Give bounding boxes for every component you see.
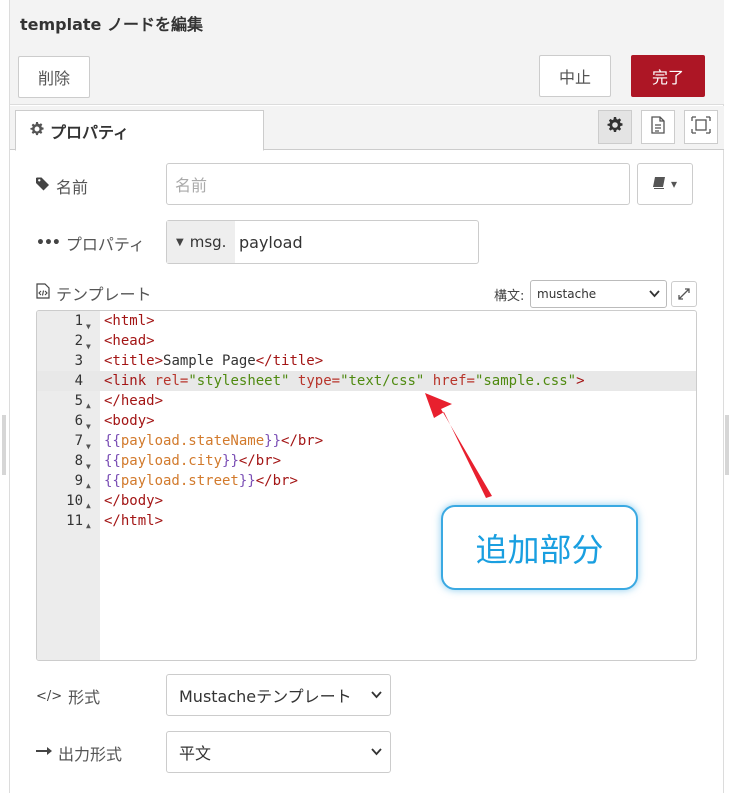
- name-label: 名前: [56, 178, 89, 197]
- chevron-down-icon: [371, 745, 382, 759]
- gear-icon: [30, 121, 44, 140]
- line-number: 4: [74, 373, 83, 389]
- tab-bar: プロパティ: [10, 106, 724, 151]
- tab-properties-label: プロパティ: [50, 122, 130, 142]
- code-text: {{payload.street}}</br>: [104, 473, 298, 489]
- tray-title: template ノードを編集: [20, 15, 203, 34]
- template-code-editor[interactable]: 1 ▼ <html> 2 ▼ <head> 3 <title>Sample Pa…: [36, 310, 697, 661]
- output-value: 平文: [179, 744, 212, 763]
- code-text: <head>: [104, 333, 155, 349]
- description-tab-button[interactable]: [641, 110, 675, 144]
- caret-down-icon: ▼: [176, 236, 184, 248]
- line-number: 1: [74, 313, 83, 329]
- chevron-down-icon: [649, 287, 660, 301]
- output-select[interactable]: 平文: [166, 731, 391, 773]
- code-text: <title>Sample Page</title>: [104, 353, 324, 369]
- property-label: プロパティ: [65, 235, 145, 254]
- line-number: 8: [74, 453, 83, 469]
- format-label: 形式: [68, 688, 101, 707]
- name-placeholder: 名前: [175, 176, 208, 195]
- line-number: 10: [66, 493, 83, 509]
- line-number: 5: [74, 393, 83, 409]
- code-line: 9 ▲ {{payload.street}}</br>: [37, 471, 696, 491]
- book-icon: [652, 176, 667, 192]
- property-type-select[interactable]: ▼ msg.: [167, 221, 235, 263]
- output-row: 出力形式: [36, 741, 122, 765]
- right-resize-handle[interactable]: [725, 415, 729, 475]
- code-text: {{payload.stateName}}</br>: [104, 433, 324, 449]
- code-icon: </>: [36, 688, 63, 704]
- done-button[interactable]: 完了: [631, 55, 705, 97]
- line-number: 3: [74, 353, 83, 369]
- ellipsis-icon: •••: [36, 235, 61, 251]
- chevron-down-icon: ▾: [670, 177, 678, 191]
- name-row: 名前: [36, 174, 88, 198]
- syntax-select[interactable]: mustache: [530, 280, 667, 308]
- line-number: 7: [74, 433, 83, 449]
- tray-header: template ノードを編集 削除 中止 完了: [10, 0, 724, 105]
- line-number: 2: [74, 333, 83, 349]
- code-text: <body>: [104, 413, 155, 429]
- edit-tray: template ノードを編集 削除 中止 完了 プロパティ 名前 名前 ▾ •…: [9, 0, 724, 793]
- line-number: 9: [74, 473, 83, 489]
- property-row: ••• プロパティ: [36, 231, 145, 255]
- format-row: </> 形式: [36, 684, 100, 708]
- tab-properties[interactable]: プロパティ: [15, 110, 264, 151]
- code-file-icon: [36, 283, 50, 303]
- syntax-value: mustache: [537, 287, 597, 301]
- output-label: 出力形式: [58, 745, 123, 764]
- callout-text: 追加部分: [475, 530, 604, 569]
- code-line: 8 ▼ {{payload.city}}</br>: [37, 451, 696, 471]
- document-icon: [650, 116, 666, 138]
- code-line: 7 ▼ {{payload.stateName}}</br>: [37, 431, 696, 451]
- expand-editor-button[interactable]: [671, 281, 697, 307]
- appearance-tab-button[interactable]: [684, 110, 718, 144]
- property-value[interactable]: payload: [235, 221, 303, 263]
- code-line: 3 <title>Sample Page</title>: [37, 351, 696, 371]
- left-resize-handle[interactable]: [2, 415, 6, 475]
- tag-icon: [36, 177, 50, 195]
- format-select[interactable]: Mustacheテンプレート: [166, 674, 391, 716]
- code-text: </html>: [104, 513, 164, 529]
- frame-icon: [691, 116, 711, 138]
- line-number: 6: [74, 413, 83, 429]
- code-text: </body>: [104, 493, 164, 509]
- code-line: 5 ▲ </head>: [37, 391, 696, 411]
- expand-icon: [678, 285, 690, 304]
- code-text: {{payload.city}}</br>: [104, 453, 282, 469]
- code-text: <html>: [104, 313, 155, 329]
- template-label: テンプレート: [56, 285, 152, 304]
- property-type-label: msg.: [189, 233, 227, 251]
- gear-icon: [607, 117, 623, 137]
- property-typed-input[interactable]: ▼ msg. payload: [166, 220, 479, 264]
- code-line-highlighted: 4 <link rel="stylesheet" type="text/css"…: [37, 371, 696, 391]
- node-config-button[interactable]: ▾: [637, 163, 693, 205]
- line-number: 11: [66, 513, 83, 529]
- code-text: <link rel="stylesheet" type="text/css" h…: [104, 373, 585, 389]
- delete-button[interactable]: 削除: [18, 56, 90, 98]
- settings-tab-button[interactable]: [598, 110, 632, 144]
- fold-up-icon[interactable]: ▲: [86, 516, 91, 536]
- code-line: 1 ▼ <html>: [37, 311, 696, 331]
- name-input[interactable]: 名前: [166, 163, 630, 205]
- syntax-label: 構文:: [494, 289, 525, 304]
- code-line: 6 ▼ <body>: [37, 411, 696, 431]
- code-line: 2 ▼ <head>: [37, 331, 696, 351]
- arrow-right-icon: [36, 745, 52, 761]
- code-text: </head>: [104, 393, 164, 409]
- chevron-down-icon: [371, 688, 382, 702]
- cancel-button[interactable]: 中止: [539, 55, 611, 97]
- format-value: Mustacheテンプレート: [179, 687, 352, 706]
- template-row: テンプレート: [36, 281, 152, 305]
- annotation-callout: 追加部分: [441, 505, 638, 590]
